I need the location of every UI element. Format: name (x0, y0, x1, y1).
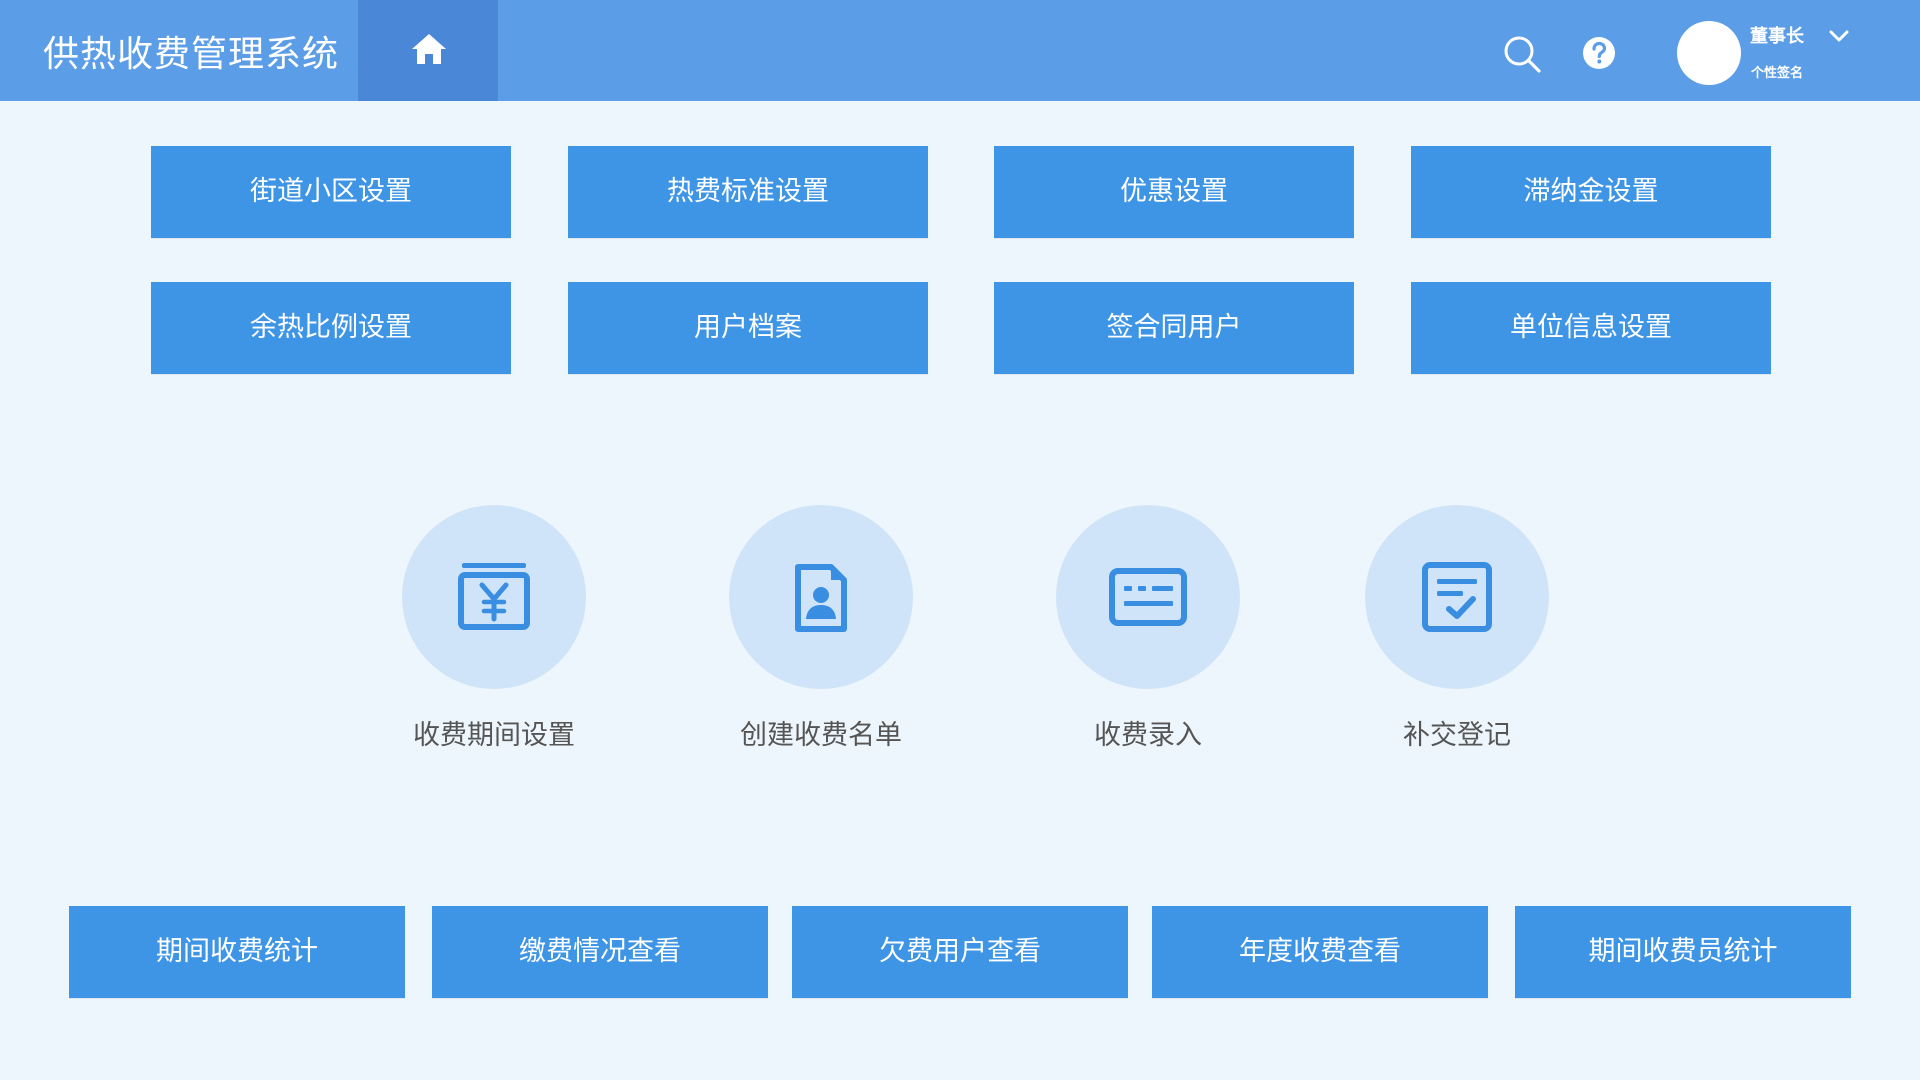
fee-entry-label: 收费录入 (1094, 720, 1202, 751)
create-list-circle (729, 505, 913, 689)
user-name[interactable]: 董事长 (1750, 22, 1804, 48)
search-icon (1504, 36, 1541, 73)
yuan-box-icon (458, 563, 530, 630)
makeup-payment-registration-label: 补交登记 (1403, 720, 1511, 751)
checklist-icon (1422, 562, 1492, 632)
app-title: 供热收费管理系统 (43, 34, 340, 75)
waste-heat-ratio-settings-button[interactable]: 余热比例设置 (151, 282, 511, 374)
late-fee-settings-button[interactable]: 滞纳金设置 (1411, 146, 1771, 238)
top-bar: 供热收费管理系统 董事长 个性签名 (0, 0, 1920, 101)
help-button[interactable] (1582, 36, 1616, 70)
arrears-users-view-button[interactable]: 欠费用户查看 (792, 906, 1128, 998)
street-community-settings-button[interactable]: 街道小区设置 (151, 146, 511, 238)
makeup-circle (1365, 505, 1549, 689)
search-button[interactable] (1502, 34, 1542, 74)
period-fee-statistics-button[interactable]: 期间收费统计 (69, 906, 405, 998)
user-signature: 个性签名 (1751, 66, 1804, 81)
home-tab[interactable] (358, 0, 498, 101)
payment-status-view-button[interactable]: 缴费情况查看 (432, 906, 768, 998)
contact-file-icon (795, 564, 847, 632)
keyboard-icon (1109, 568, 1187, 626)
period-collector-statistics-button[interactable]: 期间收费员统计 (1515, 906, 1851, 998)
fee-entry-circle (1056, 505, 1240, 689)
user-avatar[interactable] (1677, 21, 1741, 85)
create-fee-list-label: 创建收费名单 (740, 720, 902, 751)
user-records-button[interactable]: 用户档案 (568, 282, 928, 374)
organization-info-settings-button[interactable]: 单位信息设置 (1411, 282, 1771, 374)
heating-fee-standard-settings-button[interactable]: 热费标准设置 (568, 146, 928, 238)
chevron-down-icon (1829, 30, 1849, 42)
fee-period-circle (402, 505, 586, 689)
user-menu-toggle[interactable] (1828, 28, 1850, 44)
discount-settings-button[interactable]: 优惠设置 (994, 146, 1354, 238)
help-circle-icon (1583, 37, 1615, 69)
app-window: 供热收费管理系统 董事长 个性签名 街道小区设置 热费标准设置 优惠设置 滞纳金… (0, 0, 1920, 1080)
contract-users-button[interactable]: 签合同用户 (994, 282, 1354, 374)
home-icon (412, 34, 446, 64)
fee-period-settings-label: 收费期间设置 (413, 720, 575, 751)
annual-fee-view-button[interactable]: 年度收费查看 (1152, 906, 1488, 998)
